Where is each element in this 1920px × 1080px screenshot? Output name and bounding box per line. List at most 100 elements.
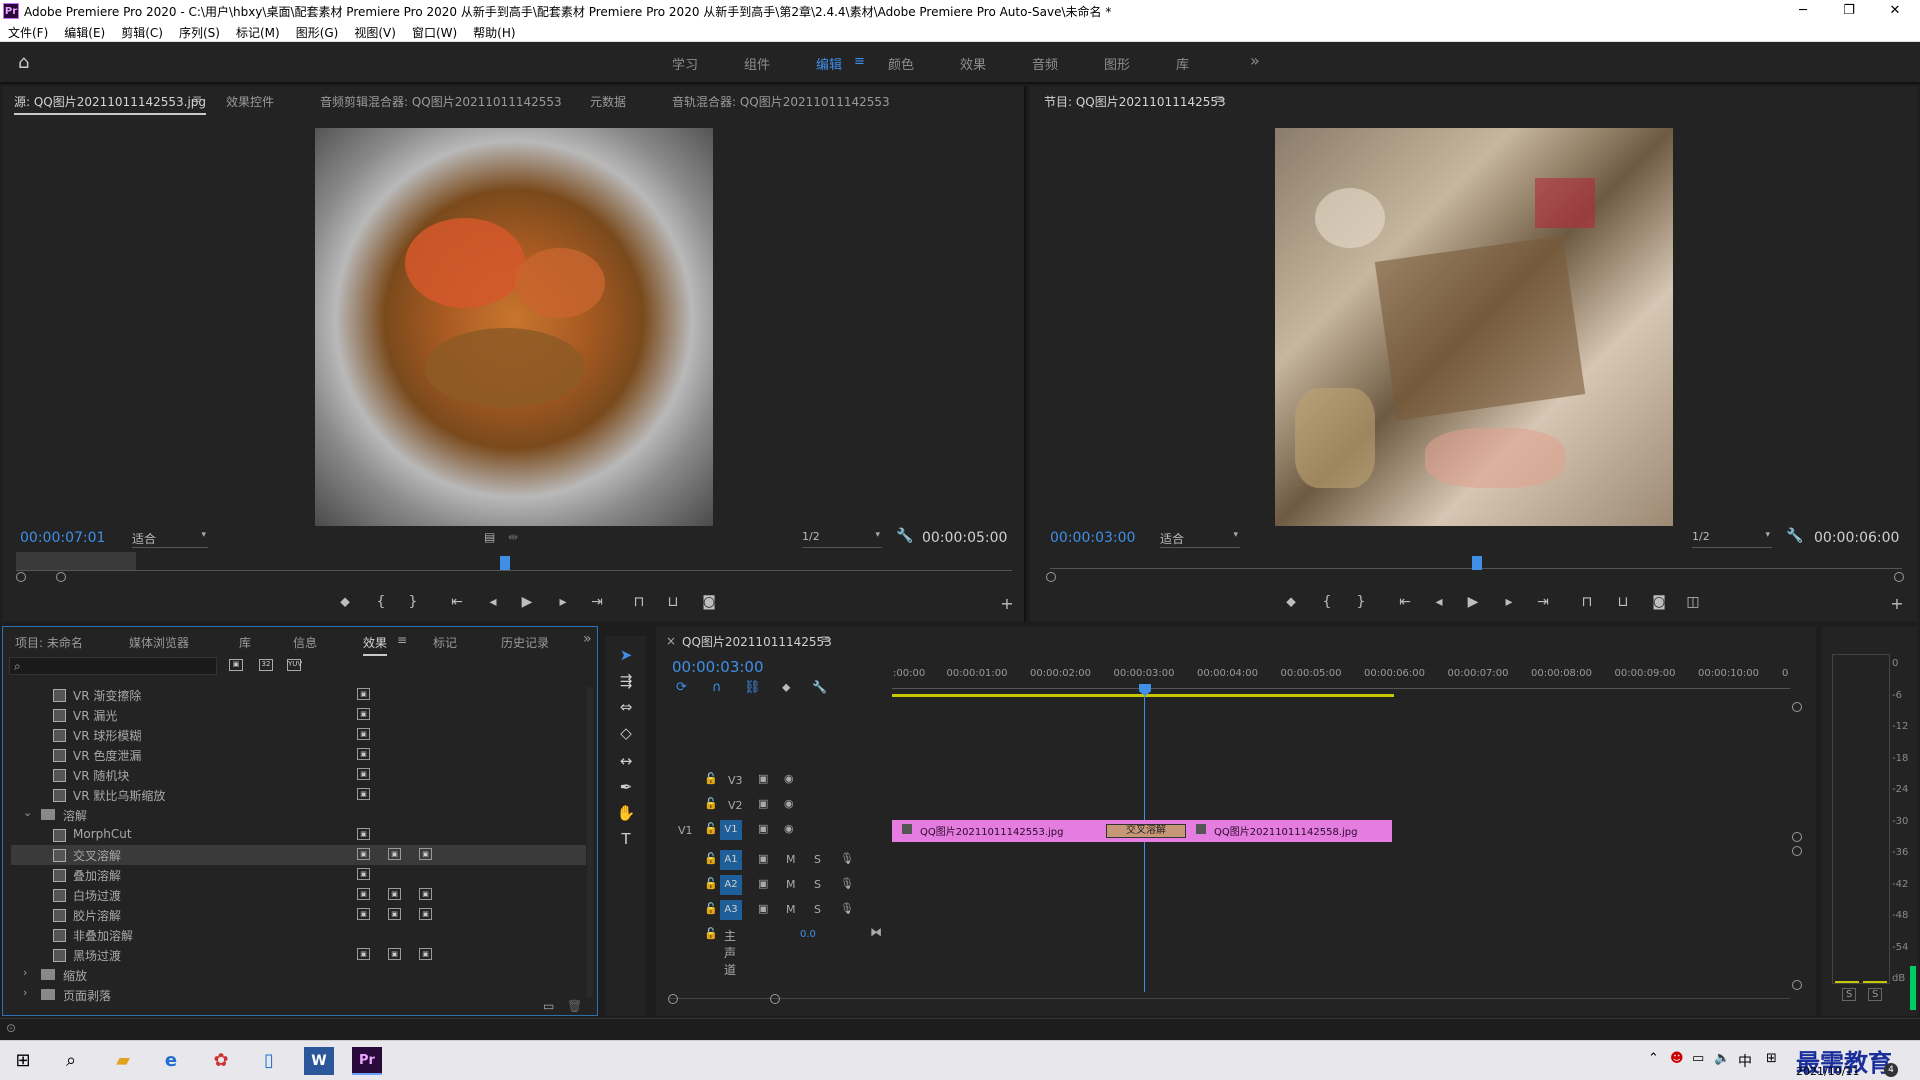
effect-folder[interactable]: › 页面剥落 bbox=[11, 985, 586, 1005]
play-button[interactable]: ▶ bbox=[1462, 594, 1484, 610]
tab-metadata[interactable]: 元数据 bbox=[590, 93, 626, 110]
lock-icon[interactable]: 🔓 bbox=[704, 797, 718, 810]
effect-item[interactable]: VR 漏光 ▣ bbox=[11, 705, 586, 725]
wrench-icon[interactable]: 🔧 bbox=[896, 528, 913, 544]
notification-badge[interactable]: 4 bbox=[1884, 1063, 1898, 1077]
sync-lock-icon[interactable]: ▣ bbox=[758, 902, 768, 915]
search-icon[interactable]: ⌕ bbox=[56, 1047, 86, 1075]
program-fit-dropdown[interactable]: 适合 ▾ bbox=[1160, 530, 1240, 548]
sync-lock-icon[interactable]: ▣ bbox=[758, 822, 768, 835]
tab-project[interactable]: 项目: 未命名 bbox=[15, 634, 83, 651]
ripple-edit-tool-icon[interactable]: ⇔ bbox=[616, 698, 636, 720]
clip-1[interactable]: QQ图片20211011142553.jpg bbox=[920, 823, 1063, 838]
tab-markers[interactable]: 标记 bbox=[433, 634, 457, 651]
app-icon[interactable]: ▯ bbox=[254, 1047, 284, 1075]
audio-scroll-handle-top[interactable] bbox=[1792, 846, 1802, 856]
eye-icon[interactable]: ◉ bbox=[784, 797, 794, 810]
mark-in-button[interactable]: { bbox=[370, 594, 392, 610]
work-area-bar[interactable] bbox=[892, 694, 1394, 697]
effect-folder[interactable]: ⌄ 溶解 bbox=[11, 805, 586, 825]
solo-button[interactable]: S bbox=[814, 853, 821, 866]
effect-item[interactable]: VR 球形模糊 ▣ bbox=[11, 725, 586, 745]
effect-item[interactable]: VR 随机块 ▣ bbox=[11, 765, 586, 785]
lock-icon[interactable]: 🔓 bbox=[704, 822, 718, 835]
video-scroll-handle-top[interactable] bbox=[1792, 702, 1802, 712]
effect-item[interactable]: VR 色度泄漏 ▣ bbox=[11, 745, 586, 765]
solo-right-button[interactable]: S bbox=[1868, 988, 1883, 1001]
microphone-icon[interactable]: 🎙 bbox=[840, 852, 854, 865]
home-icon[interactable]: ⌂ bbox=[18, 52, 29, 73]
yuv-effects-icon[interactable]: YUV bbox=[287, 659, 302, 671]
effects-scrollbar[interactable] bbox=[587, 687, 593, 997]
lock-icon[interactable]: 🔓 bbox=[704, 772, 718, 785]
menu-edit[interactable]: 编辑(E) bbox=[56, 22, 113, 41]
effect-item[interactable]: 黑场过渡 ▣ ▣ ▣ bbox=[11, 945, 586, 965]
effect-item[interactable]: VR 渐变擦除 ▣ bbox=[11, 685, 586, 705]
eye-icon[interactable]: ◉ bbox=[784, 822, 794, 835]
tab-program[interactable]: 节目: QQ图片20211011142553 bbox=[1044, 93, 1226, 113]
master-go-to-end-icon[interactable]: ⧓ bbox=[870, 925, 882, 939]
scroll-handle-right[interactable] bbox=[1894, 572, 1904, 582]
go-to-in-button[interactable]: ⇤ bbox=[1394, 594, 1416, 610]
type-tool-icon[interactable]: T bbox=[616, 830, 636, 852]
drag-video-icon[interactable]: ⇹ bbox=[508, 530, 518, 544]
mark-in-button[interactable]: { bbox=[1316, 594, 1338, 610]
chevron-right-icon[interactable]: › bbox=[23, 986, 27, 999]
panel-more-button[interactable]: » bbox=[583, 631, 592, 647]
solo-button[interactable]: S bbox=[814, 903, 821, 916]
add-marker-icon[interactable]: ⬥ bbox=[782, 680, 790, 695]
tab-media-browser[interactable]: 媒体浏览器 bbox=[129, 634, 189, 651]
effect-item[interactable]: 白场过渡 ▣ ▣ ▣ bbox=[11, 885, 586, 905]
source-tab-menu-icon[interactable]: ≡ bbox=[192, 92, 202, 106]
comparison-view-icon[interactable]: ◫ bbox=[1682, 594, 1704, 610]
32bit-effects-icon[interactable]: 32 bbox=[259, 659, 273, 671]
sync-lock-icon[interactable]: ▣ bbox=[758, 772, 768, 785]
workspace-audio[interactable]: 音频 bbox=[1032, 54, 1058, 73]
close-button[interactable]: ✕ bbox=[1872, 0, 1918, 22]
sync-lock-icon[interactable]: ▣ bbox=[758, 797, 768, 810]
workspace-menu-icon[interactable]: ≡ bbox=[854, 54, 865, 69]
chevron-down-icon[interactable]: ⌄ bbox=[23, 806, 32, 819]
input-language[interactable]: 中 bbox=[1738, 1051, 1752, 1071]
track-target-a3[interactable]: A3 bbox=[720, 900, 742, 920]
workspace-editing[interactable]: 编辑 bbox=[816, 54, 842, 73]
timeline-horizontal-scrollbar[interactable] bbox=[668, 998, 1790, 999]
mute-button[interactable]: M bbox=[786, 903, 796, 916]
maximize-button[interactable]: ❐ bbox=[1826, 0, 1872, 22]
insert-button[interactable]: ⊓ bbox=[628, 594, 650, 610]
mute-button[interactable]: M bbox=[786, 878, 796, 891]
source-playhead-timecode[interactable]: 00:00:07:01 bbox=[20, 530, 105, 546]
lock-icon[interactable]: 🔓 bbox=[704, 877, 718, 890]
menu-graphics[interactable]: 图形(G) bbox=[288, 22, 347, 41]
source-playhead[interactable] bbox=[500, 556, 510, 570]
tab-audio-clip-mixer[interactable]: 音频剪辑混合器: QQ图片20211011142553 bbox=[320, 93, 562, 110]
windows-start-icon[interactable]: ⊞ bbox=[8, 1047, 38, 1075]
tray-app-icon[interactable]: ☻ bbox=[1670, 1051, 1684, 1066]
step-forward-button[interactable]: ▸ bbox=[1498, 594, 1520, 610]
lock-icon[interactable]: 🔓 bbox=[704, 927, 718, 940]
accelerated-effects-icon[interactable]: ▣ bbox=[229, 659, 243, 671]
button-editor-plus-icon[interactable]: + bbox=[996, 594, 1018, 613]
step-back-button[interactable]: ◂ bbox=[482, 594, 504, 610]
program-tab-menu-icon[interactable]: ≡ bbox=[1214, 92, 1224, 106]
effect-item[interactable]: 非叠加溶解 bbox=[11, 925, 586, 945]
effect-item[interactable]: 交叉溶解 ▣ ▣ ▣ bbox=[11, 845, 586, 865]
workspace-more-button[interactable]: » bbox=[1250, 51, 1260, 70]
ime-icon[interactable]: ⊞ bbox=[1766, 1051, 1777, 1066]
master-volume-value[interactable]: 0.0 bbox=[800, 929, 816, 940]
workspace-effects[interactable]: 效果 bbox=[960, 54, 986, 73]
source-patch-v1[interactable]: V1 bbox=[678, 824, 693, 837]
solo-button[interactable]: S bbox=[814, 878, 821, 891]
track-target-a1[interactable]: A1 bbox=[720, 850, 742, 870]
effect-item[interactable]: 胶片溶解 ▣ ▣ ▣ bbox=[11, 905, 586, 925]
source-time-ruler[interactable] bbox=[16, 570, 1012, 571]
menu-sequence[interactable]: 序列(S) bbox=[171, 22, 228, 41]
source-settings-icon[interactable]: ▤ bbox=[484, 530, 495, 544]
program-playhead[interactable] bbox=[1472, 556, 1482, 570]
track-target-v1[interactable]: V1 bbox=[720, 820, 742, 840]
cross-dissolve-transition[interactable]: 交叉溶解 bbox=[1106, 824, 1186, 838]
add-marker-button[interactable]: ⬥ bbox=[334, 594, 356, 610]
video-scroll-handle-bottom[interactable] bbox=[1792, 832, 1802, 842]
timeline-settings-wrench-icon[interactable]: 🔧 bbox=[812, 680, 827, 694]
sequence-tab-menu-icon[interactable]: ≡ bbox=[820, 632, 830, 646]
